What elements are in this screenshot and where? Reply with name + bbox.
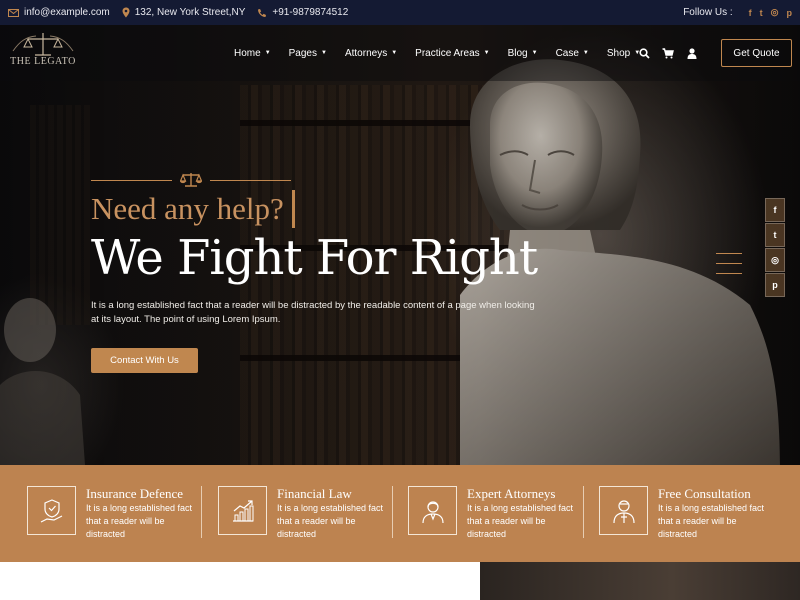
facebook-icon[interactable]: f: [749, 8, 752, 18]
chevron-down-icon: ▼: [264, 50, 271, 56]
service-card[interactable]: Insurance Defence It is a long establish…: [27, 465, 217, 562]
service-text: It is a long established fact that a rea…: [467, 503, 574, 539]
hero-subtitle-text: Need any help?: [91, 191, 284, 226]
nav-practice-areas-label: Practice Areas: [415, 47, 480, 59]
content-section-start: [0, 562, 480, 600]
phone-icon: [257, 8, 267, 18]
nav-home-label: Home: [234, 47, 261, 59]
nav-practice-areas[interactable]: Practice Areas ▼: [415, 48, 489, 59]
service-text: It is a long established fact that a rea…: [86, 503, 193, 539]
chevron-down-icon: ▼: [582, 50, 589, 56]
service-title: Free Consultation: [658, 486, 751, 501]
nav-blog-label: Blog: [507, 47, 528, 59]
address-text: 132, New York Street,NY: [134, 7, 246, 18]
scale-divider: [91, 172, 291, 188]
hamburger-line: [716, 263, 742, 264]
nav-pages-label: Pages: [288, 47, 317, 59]
follow-label: Follow Us :: [683, 7, 733, 18]
email-info[interactable]: info@example.com: [8, 7, 110, 18]
service-divider: [583, 486, 584, 538]
hamburger-line: [716, 253, 742, 254]
chevron-down-icon: ▼: [391, 50, 398, 56]
nav-case[interactable]: Case ▼: [556, 48, 589, 59]
contact-with-us-button[interactable]: Contact With Us: [91, 348, 198, 373]
side-instagram-icon[interactable]: ◎: [765, 248, 785, 272]
hamburger-menu-icon[interactable]: [716, 253, 742, 279]
email-text: info@example.com: [24, 7, 110, 18]
nav-shop[interactable]: Shop ▼: [607, 48, 640, 59]
typing-cursor: [291, 190, 295, 228]
location-pin-icon: [122, 7, 130, 18]
service-text: It is a long established fact that a rea…: [658, 503, 765, 539]
user-icon[interactable]: [686, 47, 698, 59]
nav-case-label: Case: [555, 47, 579, 59]
shield-hand-icon: [27, 486, 76, 535]
service-card[interactable]: Financial Law It is a long established f…: [218, 465, 408, 562]
logo-text: THE LEGATO: [10, 56, 76, 67]
service-divider: [201, 486, 202, 538]
site-logo[interactable]: THE LEGATO: [8, 31, 78, 75]
hamburger-line: [716, 273, 742, 274]
address-info: 132, New York Street,NY: [122, 7, 246, 18]
side-pinterest-icon[interactable]: p: [765, 273, 785, 297]
service-text: It is a long established fact that a rea…: [277, 503, 384, 539]
hero-subtitle: Need any help?: [91, 190, 295, 228]
instagram-icon[interactable]: ◎: [771, 7, 779, 18]
follow-us: Follow Us : f t ◎ p: [683, 7, 792, 18]
service-card[interactable]: Free Consultation It is a long establish…: [599, 465, 789, 562]
services-band: Insurance Defence It is a long establish…: [0, 465, 800, 562]
justice-scale-icon: [180, 172, 202, 188]
top-info-bar: info@example.com 132, New York Street,NY…: [0, 0, 800, 25]
side-social-bar: f t ◎ p: [765, 198, 785, 298]
twitter-icon[interactable]: t: [760, 8, 763, 18]
nav-pages[interactable]: Pages ▼: [289, 48, 327, 59]
divider-line: [91, 179, 172, 181]
hero-section: Need any help? We Fight For Right It is …: [0, 25, 800, 465]
service-title: Expert Attorneys: [467, 486, 556, 501]
nav-icon-group: [638, 25, 710, 81]
service-title: Financial Law: [277, 486, 352, 501]
nav-home[interactable]: Home ▼: [234, 48, 271, 59]
divider-line: [210, 179, 291, 181]
content-image-preview: [480, 562, 800, 600]
nav-shop-label: Shop: [606, 47, 631, 59]
nav-attorneys-label: Attorneys: [344, 47, 388, 59]
envelope-icon: [8, 8, 19, 17]
cart-icon[interactable]: [662, 47, 674, 59]
chevron-down-icon: ▼: [321, 50, 327, 56]
pinterest-icon[interactable]: p: [787, 8, 793, 18]
service-card[interactable]: Expert Attorneys It is a long establishe…: [408, 465, 598, 562]
nav-attorneys[interactable]: Attorneys ▼: [345, 48, 397, 59]
service-divider: [392, 486, 393, 538]
chevron-down-icon: ▼: [483, 50, 490, 56]
side-facebook-icon[interactable]: f: [765, 198, 785, 222]
chevron-down-icon: ▼: [531, 50, 538, 56]
hero-headline: We Fight For Right: [91, 230, 538, 286]
phone-info[interactable]: +91-9879874512: [257, 7, 348, 18]
service-title: Insurance Defence: [86, 486, 184, 501]
chart-growth-icon: [218, 486, 267, 535]
main-navbar: THE LEGATO Home ▼ Pages ▼ Attorneys ▼ Pract…: [0, 25, 800, 81]
side-twitter-icon[interactable]: t: [765, 223, 785, 247]
get-quote-button[interactable]: Get Quote: [721, 39, 792, 67]
search-icon[interactable]: [638, 47, 650, 59]
consultant-icon: [599, 486, 648, 535]
attorney-icon: [408, 486, 457, 535]
main-menu: Home ▼ Pages ▼ Attorneys ▼ Practice Areas ▼ …: [234, 25, 658, 81]
phone-text: +91-9879874512: [272, 7, 349, 18]
hero-description: It is a long established fact that a rea…: [91, 300, 535, 325]
nav-blog[interactable]: Blog ▼: [508, 48, 538, 59]
